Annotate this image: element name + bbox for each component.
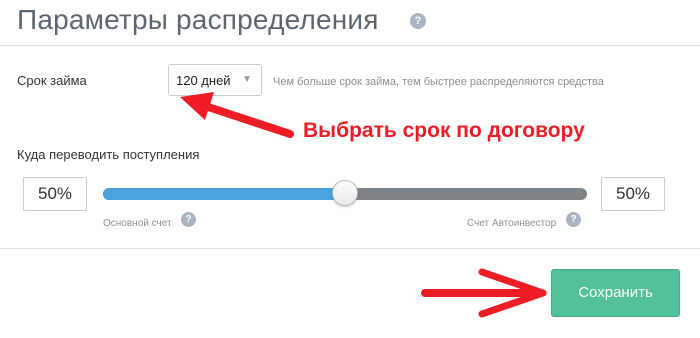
page-title: Параметры распределения bbox=[17, 4, 379, 35]
autoinvestor-account-label: Счет Автоинвестор bbox=[467, 218, 557, 229]
save-button[interactable]: Сохранить bbox=[551, 269, 680, 317]
distribution-slider-fill bbox=[103, 188, 345, 200]
loan-term-label: Срок займа bbox=[17, 73, 87, 88]
distribution-label: Куда переводить поступления bbox=[17, 147, 200, 162]
loan-term-value: 120 дней bbox=[176, 73, 231, 88]
main-account-label: Основной счет bbox=[103, 218, 172, 229]
help-icon[interactable]: ? bbox=[181, 212, 196, 227]
arrow-icon bbox=[421, 268, 547, 318]
annotation-text: Выбрать срок по договору bbox=[303, 119, 585, 142]
chevron-down-icon: ▼ bbox=[242, 74, 252, 85]
right-percent-field[interactable]: 50% bbox=[601, 177, 665, 211]
left-percent-field[interactable]: 50% bbox=[23, 177, 87, 211]
help-icon[interactable]: ? bbox=[566, 212, 581, 227]
distribution-slider-handle[interactable] bbox=[332, 180, 358, 206]
loan-term-select[interactable]: 120 дней ▼ bbox=[168, 64, 262, 96]
loan-term-hint: Чем больше срок займа, тем быстрее распр… bbox=[273, 76, 604, 88]
help-icon[interactable]: ? bbox=[410, 13, 426, 29]
